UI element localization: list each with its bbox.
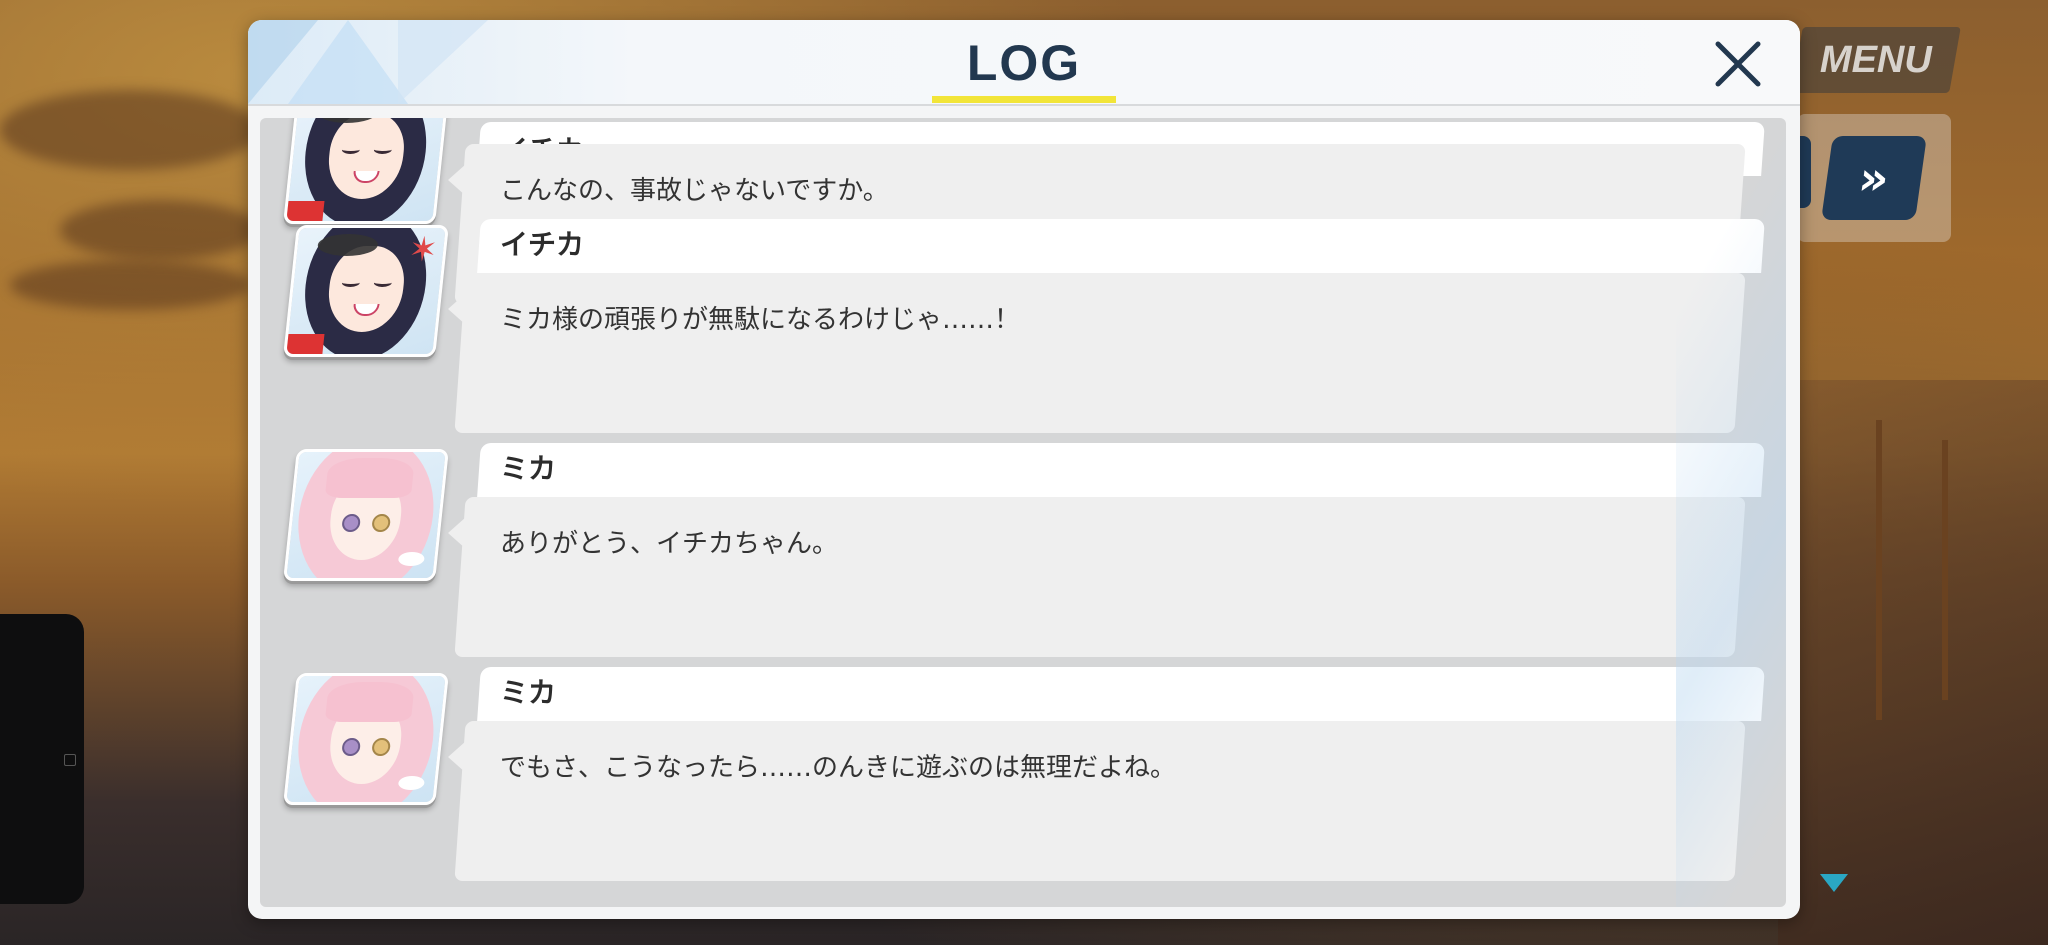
mika-avatar[interactable] — [283, 673, 449, 805]
message-bubble — [454, 497, 1746, 657]
message-bubble — [454, 273, 1746, 433]
background-pole — [1876, 420, 1882, 720]
menu-button[interactable]: MENU — [1791, 27, 1961, 93]
background-cloud — [10, 260, 250, 310]
message-text: でもさ、こうなったら……のんきに遊ぶのは無理だよね。 — [500, 753, 1177, 783]
log-entry: イチカ こんなの、事故じゃないですか。 — [260, 118, 1786, 304]
log-entry: ミカ ありがとう、イチカちゃん。 — [260, 427, 1786, 657]
mika-avatar[interactable] — [283, 449, 449, 581]
title-underline — [932, 96, 1116, 103]
background-ruins — [1778, 380, 2048, 945]
ichika-avatar[interactable]: ✶ — [283, 225, 449, 357]
speaker-name: イチカ — [500, 228, 585, 261]
log-entry: ✶ イチカ ミカ様の頑張りが無駄になるわけじゃ……！ — [260, 203, 1786, 433]
speaker-name-bar — [477, 443, 1765, 497]
side-panel-tab[interactable] — [0, 614, 84, 904]
bubble-tail — [448, 293, 466, 325]
scroll-down-icon — [1820, 874, 1848, 892]
message-text: ミカ様の頑張りが無駄になるわけじゃ……！ — [500, 305, 1021, 335]
background-cloud — [0, 90, 260, 170]
close-button[interactable] — [1710, 36, 1766, 92]
log-title: LOG — [966, 35, 1082, 91]
close-icon — [1715, 41, 1761, 87]
bubble-tail — [448, 164, 466, 196]
log-panel: LOG イチカ こんなの、事故じゃないですか。 — [248, 20, 1800, 919]
bubble-tail — [448, 517, 466, 549]
speaker-name-bar — [477, 219, 1765, 273]
message-text: ありがとう、イチカちゃん。 — [500, 529, 839, 559]
tab-indicator — [64, 754, 76, 766]
background-pole — [1942, 440, 1948, 700]
speaker-name-bar — [477, 667, 1765, 721]
bubble-tail — [448, 741, 466, 773]
menu-button-label: MENU — [1820, 38, 1932, 81]
speaker-name: ミカ — [500, 452, 557, 485]
speaker-name: ミカ — [500, 676, 557, 709]
log-list[interactable]: イチカ こんなの、事故じゃないですか。 ✶ イチカ ミカ様の頑張りが無駄になるわ… — [260, 118, 1786, 907]
fast-forward-icon: » — [1855, 151, 1893, 205]
log-entry: ミカ でもさ、こうなったら……のんきに遊ぶのは無理だよね。 — [260, 651, 1786, 881]
background-cloud — [60, 200, 260, 260]
message-text: こんなの、事故じゃないですか。 — [500, 176, 889, 206]
log-panel-header: LOG — [248, 20, 1800, 106]
fast-forward-button[interactable]: » — [1821, 136, 1927, 220]
message-bubble — [454, 721, 1746, 881]
